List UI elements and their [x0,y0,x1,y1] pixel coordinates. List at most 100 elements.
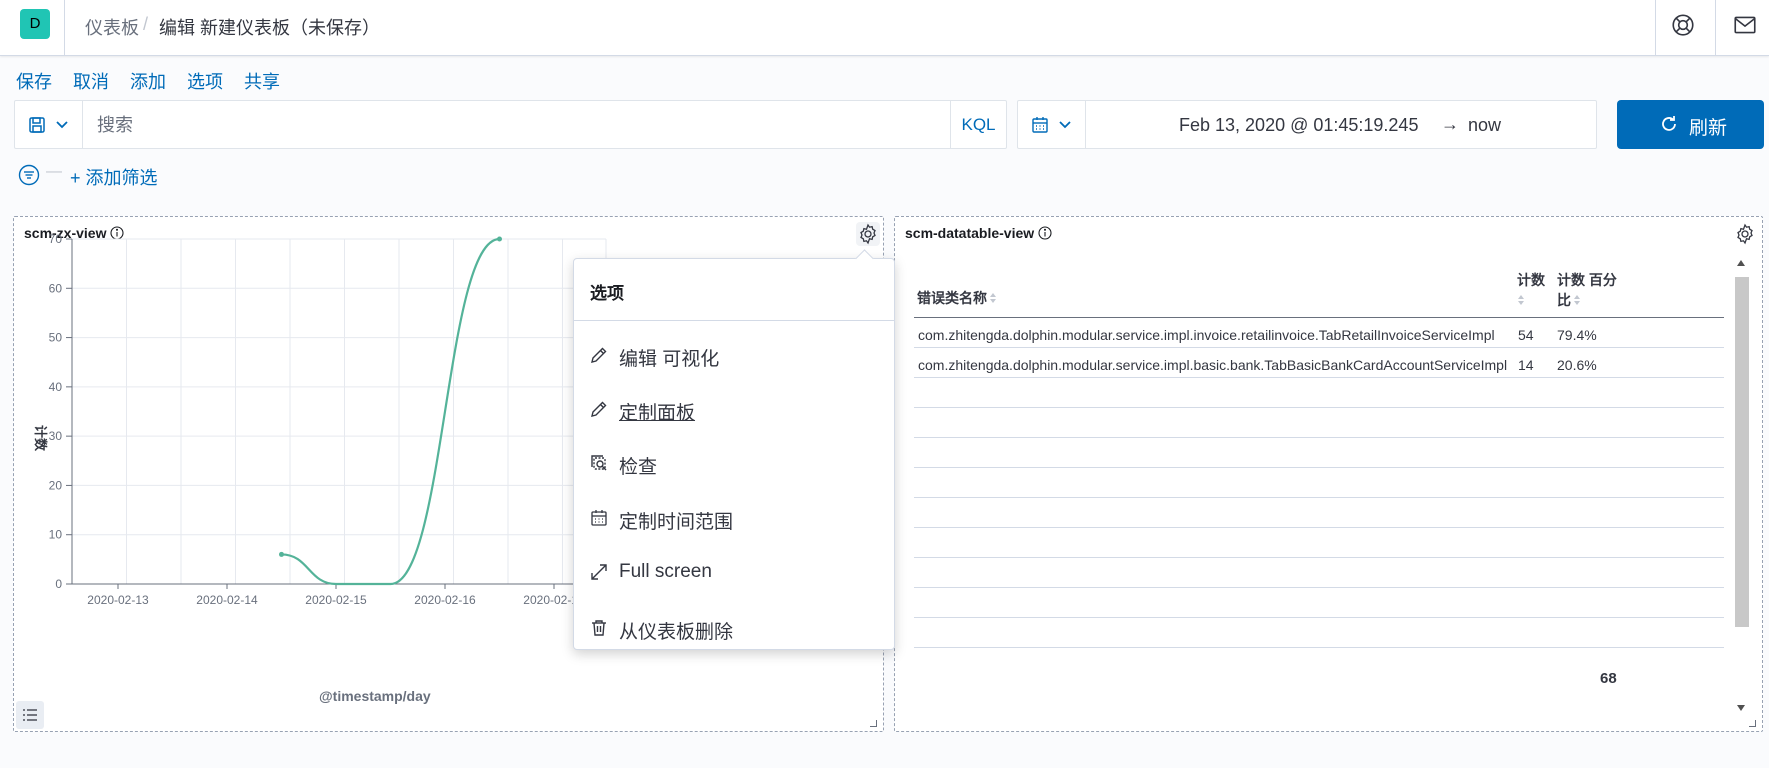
column-header-label: 计数 百分 [1557,272,1617,288]
column-header-label: 计数 [1517,272,1545,288]
row-divider [914,527,1724,528]
date-picker: Feb 13, 2020 @ 01:45:19.245 → now [1017,100,1597,149]
column-header-label-line2: 比 [1557,292,1571,308]
menu-add[interactable]: 添加 [130,68,166,94]
row-divider [914,377,1724,378]
breadcrumb-current: 编辑 新建仪表板（未保存） [159,18,380,38]
sort-icon [1518,295,1524,305]
gear-icon [1737,223,1753,245]
column-header-error-class[interactable]: 错误类名称 [917,288,997,308]
help-lifebuoy-icon[interactable] [1670,12,1696,38]
kql-language-toggle[interactable]: KQL [950,101,1006,148]
menu-item-edit-visualization[interactable]: 编辑 可视化 [574,336,894,376]
filter-separator: — [46,163,62,180]
y-tick-label: 60 [49,281,63,295]
calendar-icon [591,510,607,526]
x-tick-label: 2020-02-15 [305,593,367,607]
panel-scm-datatable-view: scm-datatable-view 错误类名称 计数 计数 百分比 com.z… [894,216,1763,732]
pencil-icon [591,347,607,363]
popover-divider [574,320,894,321]
popover-title: 选项 [590,284,624,303]
refresh-icon [1662,116,1676,131]
series-line [281,237,500,586]
pencil-icon [591,401,607,417]
query-bar: KQL [14,100,1007,149]
info-icon[interactable] [1038,226,1052,240]
panel-title-text: scm-datatable-view [905,225,1035,241]
header-divider [1715,0,1716,56]
sort-icon [990,293,996,303]
series-point [497,236,502,242]
table-total: 68 [1600,670,1617,687]
row-divider [914,467,1724,468]
calendar-icon [1032,117,1048,133]
refresh-label: 刷新 [1689,118,1728,139]
list-icon [23,709,37,721]
column-header-count[interactable]: 计数 [1517,270,1545,310]
menu-save[interactable]: 保存 [16,68,52,94]
row-divider [914,407,1724,408]
inspect-icon [591,455,607,471]
expand-icon [591,564,607,580]
resize-handle[interactable] [1749,720,1756,727]
saved-query-button[interactable] [15,101,83,148]
search-input[interactable] [97,110,957,140]
column-header-count-percent[interactable]: 计数 百分比 [1557,270,1617,310]
table-cell-name: com.zhitengda.dolphin.modular.service.im… [918,327,1495,343]
trash-icon [592,620,606,636]
panel-options-popover: 选项 编辑 可视化 定制面板 检查 定制时间范围 Full screen 从仪表… [573,249,895,650]
menu-options[interactable]: 选项 [187,68,223,94]
row-divider [914,617,1724,618]
y-tick-label: 40 [49,380,63,394]
scrollbar-thumb[interactable] [1735,277,1749,627]
menu-item-label: 定制时间范围 [619,512,734,533]
x-tick-label: 2020-02-14 [196,593,258,607]
table-cell-count: 54 [1518,327,1534,343]
series-point [279,551,284,557]
refresh-button[interactable]: 刷新 [1617,100,1764,149]
menu-item-label: 定制面板 [619,403,696,424]
menu-item-customize-panel[interactable]: 定制面板 [574,390,894,430]
quick-date-menu-button[interactable] [1018,101,1086,148]
legend-toggle-button[interactable] [16,701,44,729]
row-divider [914,647,1724,648]
y-tick-label: 30 [49,429,63,443]
y-tick-label: 0 [55,577,62,591]
menu-item-delete-from-dashboard[interactable]: 从仪表板删除 [574,609,894,649]
row-divider [914,437,1724,438]
table-cell-percent: 79.4% [1557,327,1597,343]
table-cell-name: com.zhitengda.dolphin.modular.service.im… [918,357,1508,373]
panel-options-button[interactable] [1733,222,1757,246]
menu-item-custom-time-range[interactable]: 定制时间范围 [574,499,894,539]
filter-menu-icon[interactable] [18,164,40,186]
add-filter-button[interactable]: + 添加筛选 [70,164,158,190]
date-arrow: → [1441,114,1459,134]
sort-icon [1574,295,1580,305]
scroll-down-icon[interactable] [1736,704,1746,712]
row-divider [914,347,1724,348]
y-tick-label: 10 [49,528,63,542]
row-divider [914,557,1724,558]
date-end[interactable]: now [1468,115,1501,136]
header-divider [914,317,1724,318]
top-header: D 仪表板 / 编辑 新建仪表板（未保存） [0,0,1769,56]
menu-cancel[interactable]: 取消 [73,68,109,94]
y-tick-label: 50 [49,331,63,345]
header-divider [1655,0,1656,56]
app-logo[interactable]: D [20,9,50,39]
scroll-up-icon[interactable] [1736,259,1746,267]
date-start[interactable]: Feb 13, 2020 @ 01:45:19.245 [1179,115,1418,136]
table-cell-percent: 20.6% [1557,357,1597,373]
mail-icon[interactable] [1732,12,1758,38]
menu-item-full-screen[interactable]: Full screen [574,553,894,593]
breadcrumb-dashboards[interactable]: 仪表板 [85,14,139,40]
x-tick-label: 2020-02-13 [87,593,149,607]
chevron-down-icon [1059,121,1071,129]
x-axis-label: @timestamp/day [319,688,431,704]
vertical-scrollbar[interactable] [1731,257,1749,717]
menu-item-inspect[interactable]: 检查 [574,444,894,484]
y-tick-label: 70 [49,232,63,246]
menu-share[interactable]: 共享 [244,68,280,94]
row-divider [914,497,1724,498]
resize-handle[interactable] [870,720,877,727]
